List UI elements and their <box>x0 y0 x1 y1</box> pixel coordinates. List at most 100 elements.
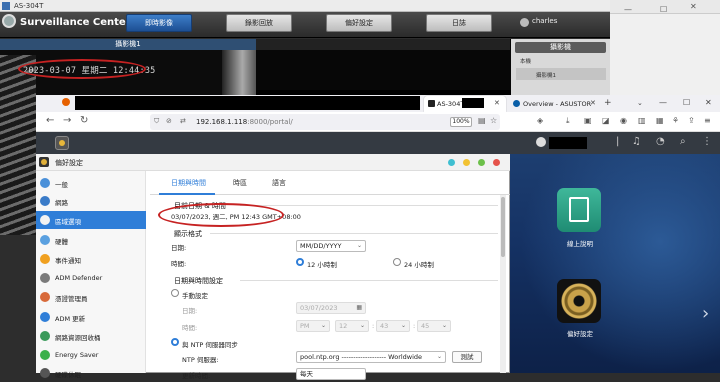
extension-4-icon[interactable]: ▥ <box>638 116 646 125</box>
sidebar-item-general[interactable]: 一般 <box>36 174 146 192</box>
share-icon[interactable]: ⇪ <box>688 116 695 125</box>
camera-view-dark <box>256 50 511 90</box>
window-maximize-dot[interactable] <box>478 159 485 166</box>
section-divider <box>240 280 498 281</box>
tab-timezone[interactable]: 時區 <box>233 178 247 188</box>
minute-select[interactable]: 43 ⌄ <box>376 320 410 332</box>
sidebar-item-network[interactable]: 網路 <box>36 192 146 210</box>
radio-12-hour[interactable] <box>296 258 304 266</box>
tab-date-time[interactable]: 日期與時間 <box>171 178 206 188</box>
sidebar-item-regional[interactable]: 區域選項 <box>36 211 146 229</box>
chevron-down-icon: ⌄ <box>400 322 406 329</box>
extension-5-icon[interactable]: ▦ <box>656 116 664 125</box>
second-select[interactable]: 45 ⌄ <box>417 320 451 332</box>
tab-list-icon[interactable]: ⌄ <box>637 99 643 107</box>
tab-language[interactable]: 語言 <box>272 178 286 188</box>
new-tab-icon[interactable]: + <box>604 98 612 108</box>
user-icon[interactable] <box>536 137 546 147</box>
sidebar-item-hibernation[interactable]: 硬碟休眠 <box>36 364 146 382</box>
window-minimize-dot[interactable] <box>463 159 470 166</box>
radio-manual[interactable] <box>171 289 179 297</box>
bell-icon[interactable]: ♫ <box>632 136 641 147</box>
ntp-label: 與 NTP 伺服器同步 <box>182 341 238 349</box>
extensions-icon[interactable]: ⚘ <box>672 116 679 125</box>
firefox-icon <box>62 98 70 106</box>
window-title: AS-304T <box>14 2 44 10</box>
close-icon[interactable]: ✕ <box>690 2 697 11</box>
tab-close-icon[interactable]: ✕ <box>590 99 596 107</box>
tab-log[interactable]: 日誌 <box>426 14 492 32</box>
chevron-down-icon: ⌄ <box>441 322 447 329</box>
highlight-oval <box>158 203 284 227</box>
section-divider <box>240 205 498 206</box>
lock-icon[interactable]: ⊘ <box>166 117 172 125</box>
test-button[interactable]: 測試 <box>452 351 482 363</box>
sidebar-item-hardware[interactable]: 硬體 <box>36 231 146 249</box>
hibernation-icon <box>40 368 50 378</box>
camera-list-item[interactable] <box>516 68 606 80</box>
window-close-dot[interactable] <box>493 159 500 166</box>
adm-tab-icon <box>428 100 435 107</box>
manual-date-input[interactable]: 03/07/2023 ▦ <box>296 302 366 314</box>
user-name[interactable]: charles <box>532 17 557 25</box>
tab-close-icon[interactable]: ✕ <box>494 99 500 107</box>
forward-icon[interactable]: → <box>63 115 71 126</box>
manual-time-label: 時間: <box>182 324 198 332</box>
desktop-icon-label: 線上說明 <box>567 240 593 248</box>
notification-icon <box>40 254 50 264</box>
radio-ntp[interactable] <box>171 338 179 346</box>
shield-icon[interactable]: ⛉ <box>154 117 159 126</box>
manual-date-value: 03/07/2023 <box>300 304 338 312</box>
sidebar-item-notification[interactable]: 事件通知 <box>36 250 146 268</box>
sidebar-item-defender[interactable]: ADM Defender <box>36 269 146 287</box>
general-icon <box>40 178 50 188</box>
maximize-icon[interactable]: ☐ <box>683 98 690 107</box>
user-icon <box>520 18 529 27</box>
permissions-icon[interactable]: ⇄ <box>180 117 186 125</box>
close-icon[interactable]: ✕ <box>705 98 712 107</box>
scrollbar-thumb[interactable] <box>501 197 505 257</box>
star-icon[interactable]: ☆ <box>490 116 497 125</box>
monitor-icon[interactable]: ◔ <box>656 136 665 147</box>
manual-date-label: 日期: <box>182 307 198 315</box>
search-icon[interactable]: ⌕ <box>680 136 686 147</box>
update-select[interactable]: 每天 <box>296 368 366 380</box>
browser-tab-2[interactable]: Overview - ASUSTOR <box>523 100 591 108</box>
minimize-icon[interactable]: — <box>659 98 667 107</box>
maximize-icon[interactable]: ☐ <box>660 5 667 14</box>
menu-dots-icon[interactable]: ⋮ <box>702 136 712 147</box>
tab-playback[interactable]: 錄影回放 <box>226 14 292 32</box>
next-page-icon[interactable]: › <box>702 303 709 324</box>
reader-icon[interactable]: ▤ <box>478 116 486 125</box>
leaf-icon <box>40 350 50 360</box>
download-icon[interactable]: ⤓ <box>566 116 570 126</box>
pocket-icon[interactable]: ◈ <box>537 116 543 125</box>
sidebar-item-certificate[interactable]: 憑證管理員 <box>36 288 146 306</box>
sidebar-item-recycle-bin[interactable]: 網路資源回收桶 <box>36 327 146 345</box>
sidebar-item-energy-saver[interactable]: Energy Saver <box>36 346 146 364</box>
section-divider <box>210 233 498 234</box>
ntp-server-select[interactable]: pool.ntp.org ------------------- Worldwi… <box>296 351 446 363</box>
tab-preferences[interactable]: 偏好設定 <box>326 14 392 32</box>
back-icon[interactable]: ← <box>46 115 54 126</box>
reload-icon[interactable]: ↻ <box>80 115 88 126</box>
ampm-select[interactable]: PM ⌄ <box>296 320 330 332</box>
minimize-icon[interactable]: — <box>624 5 632 14</box>
menu-icon[interactable]: ≡ <box>704 116 711 125</box>
extension-icon[interactable]: ▣ <box>584 116 592 125</box>
window-help-dot[interactable] <box>448 159 455 166</box>
tab-live-view[interactable]: 即時影像 <box>126 14 192 32</box>
date-format-select[interactable]: MM/DD/YYYY ⌄ <box>296 240 366 252</box>
camera-group[interactable]: 本機 <box>520 57 531 65</box>
highlight-oval <box>18 59 146 79</box>
radio-24-hour[interactable] <box>393 258 401 266</box>
recycle-icon <box>40 331 50 341</box>
extension-2-icon[interactable]: ◪ <box>602 116 610 125</box>
ntp-server-value: pool.ntp.org ------------------- Worldwi… <box>300 353 423 361</box>
hour-select[interactable]: 12 ⌄ <box>335 320 369 332</box>
desktop-icon-label: 偏好設定 <box>567 330 593 338</box>
zoom-level[interactable]: 100% <box>450 117 472 127</box>
sidebar-item-update[interactable]: ADM 更新 <box>36 308 146 326</box>
url-text: 192.168.1.118:8000/portal/ <box>196 118 293 126</box>
extension-3-icon[interactable]: ◉ <box>620 116 627 125</box>
